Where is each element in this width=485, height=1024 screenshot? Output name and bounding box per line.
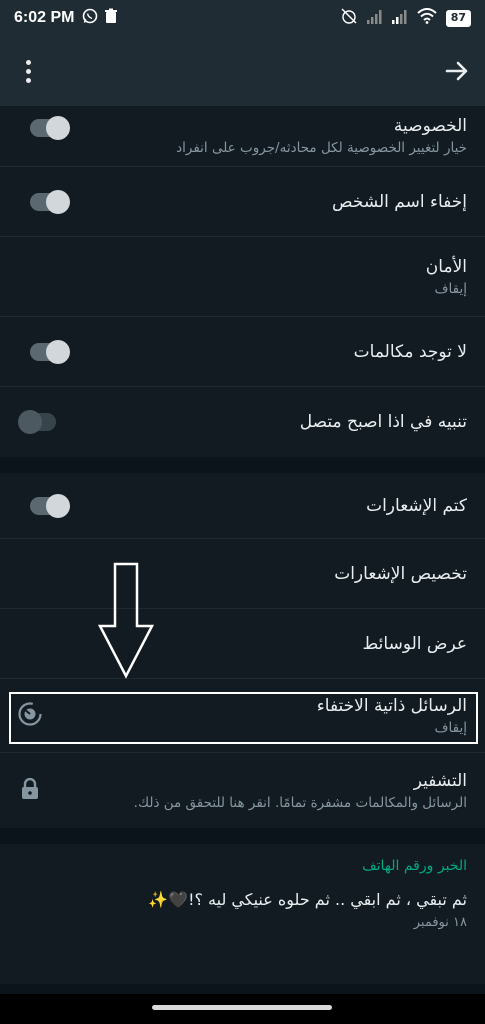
back-arrow-icon[interactable]	[443, 57, 471, 85]
signal-icon-2	[391, 9, 408, 28]
toolbar	[0, 36, 485, 106]
hide-name-title: إخفاء اسم الشخص	[332, 191, 467, 212]
mute-notifications-row[interactable]: كتم الإشعارات	[0, 473, 485, 539]
trash-icon	[104, 8, 118, 28]
settings-group-notifications: كتم الإشعارات تخصيص الإشعارات عرض الوسائ…	[0, 473, 485, 828]
mute-notifications-toggle[interactable]	[30, 496, 66, 515]
lock-icon	[20, 777, 40, 804]
privacy-toggle[interactable]	[30, 119, 66, 137]
custom-notifications-row[interactable]: تخصيص الإشعارات	[0, 539, 485, 609]
no-calls-row[interactable]: لا توجد مكالمات	[0, 317, 485, 387]
security-row[interactable]: الأمان إيقاف	[0, 237, 485, 317]
disappearing-messages-title: الرسائل ذاتية الاختفاء	[316, 695, 467, 716]
no-calls-title: لا توجد مكالمات	[353, 341, 467, 362]
media-visibility-row[interactable]: عرض الوسائط	[0, 609, 485, 679]
signal-icon	[366, 9, 383, 28]
section-divider-2	[0, 828, 485, 844]
status-time: 6:02 PM	[14, 9, 75, 26]
about-header: الخبر ورقم الهاتف	[362, 858, 467, 874]
encryption-row[interactable]: التشفير الرسائل والمكالمات مشفرة تمامًا.…	[0, 753, 485, 828]
alarm-off-icon	[340, 7, 358, 29]
custom-notifications-title: تخصيص الإشعارات	[334, 563, 467, 584]
privacy-title: الخصوصية	[393, 116, 467, 136]
no-calls-toggle[interactable]	[30, 342, 66, 361]
online-alert-row[interactable]: تنبيه في اذا اصبح متصل	[0, 387, 485, 457]
media-visibility-title: عرض الوسائط	[362, 633, 467, 654]
disappearing-messages-row[interactable]: الرسائل ذاتية الاختفاء إيقاف	[0, 679, 485, 753]
hide-name-toggle[interactable]	[30, 192, 66, 211]
encryption-title: التشفير	[413, 770, 467, 791]
online-alert-title: تنبيه في اذا اصبح متصل	[299, 412, 467, 432]
whatsapp-icon	[82, 8, 98, 28]
hide-name-row[interactable]: إخفاء اسم الشخص	[0, 167, 485, 237]
more-options-icon[interactable]	[18, 56, 38, 86]
privacy-row[interactable]: الخصوصية خيار لتغيير الخصوصية لكل محادثه…	[0, 106, 485, 167]
disappearing-messages-subtitle: إيقاف	[434, 719, 467, 736]
about-section[interactable]: الخبر ورقم الهاتف ثم تبقي ، ثم ابقي .. ث…	[0, 844, 485, 984]
wifi-icon	[417, 8, 437, 28]
security-subtitle: إيقاف	[434, 280, 467, 297]
settings-list: الخصوصية خيار لتغيير الخصوصية لكل محادثه…	[0, 106, 485, 984]
status-bar: 6:02 PM 87	[0, 0, 485, 36]
about-text: ثم تبقي ، ثم ابقي .. ثم حلوه عنيكي ليه ؟…	[148, 890, 467, 909]
home-gesture-handle[interactable]	[152, 1005, 332, 1010]
about-date: ١٨ نوفمبر	[413, 915, 467, 930]
online-alert-toggle[interactable]	[20, 413, 56, 431]
battery-indicator: 87	[445, 9, 471, 27]
section-divider	[0, 457, 485, 473]
navigation-bar	[0, 994, 485, 1024]
security-title: الأمان	[425, 256, 467, 277]
settings-group-privacy: الخصوصية خيار لتغيير الخصوصية لكل محادثه…	[0, 106, 485, 457]
privacy-subtitle: خيار لتغيير الخصوصية لكل محادثه/جروب على…	[176, 140, 467, 156]
timer-icon	[16, 700, 44, 732]
mute-notifications-title: كتم الإشعارات	[366, 495, 467, 516]
encryption-subtitle: الرسائل والمكالمات مشفرة تمامًا. انقر هن…	[133, 794, 467, 811]
